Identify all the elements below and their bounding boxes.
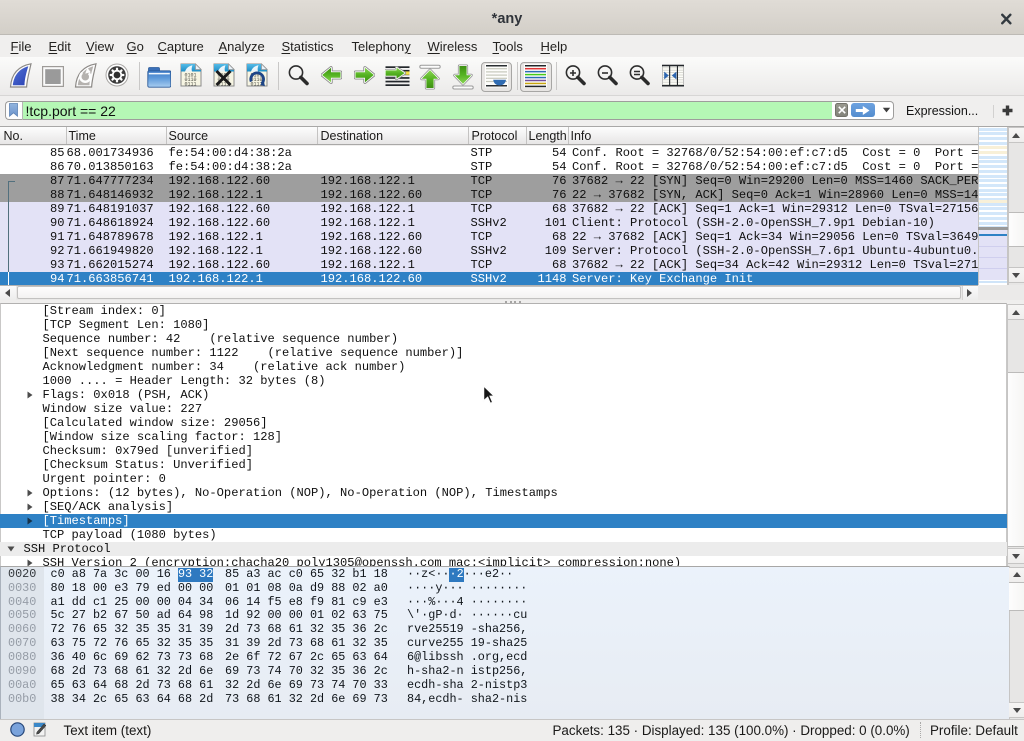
svg-text:0111: 0111 — [251, 82, 263, 88]
svg-text:0111: 0111 — [185, 82, 197, 88]
